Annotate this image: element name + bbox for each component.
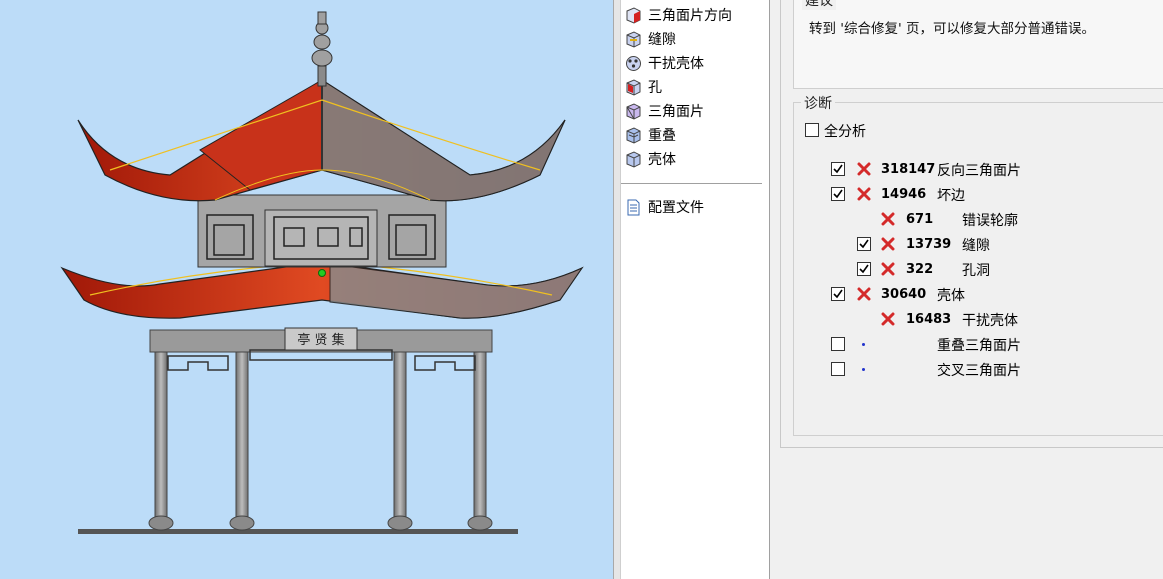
tree-item-gap[interactable]: 缝隙 (625, 28, 676, 50)
overlap-icon (626, 126, 641, 144)
row-checkbox[interactable] (857, 262, 871, 276)
pending-dot-icon (862, 343, 865, 346)
diagnosis-row-gaps: 13739 缝隙 (794, 234, 1163, 256)
row-checkbox[interactable] (857, 237, 871, 251)
tree-item-profile[interactable]: 配置文件 (625, 196, 704, 218)
plaque-text: 亭 贤 集 (297, 332, 344, 348)
error-icon (881, 312, 895, 326)
error-icon (881, 262, 895, 276)
tree-divider (621, 183, 762, 184)
document-icon (627, 199, 640, 215)
row-checkbox[interactable] (831, 162, 845, 176)
row-checkbox[interactable] (831, 287, 845, 301)
gap-icon (626, 30, 641, 48)
diagnosis-row-crossing-triangles: 交叉三角面片 (794, 359, 1163, 381)
tree-item-shell[interactable]: 壳体 (625, 148, 676, 170)
diagnosis-row-bad-edges: 14946 坏边 (794, 184, 1163, 206)
intersecting-shell-icon (626, 55, 641, 71)
panel-frame: 建议 转到 '综合修复' 页，可以修复大部分普通错误。 诊断 全分析 31814… (780, 0, 1163, 448)
diagnosis-row-shells: 30640 壳体 (794, 284, 1163, 306)
diagnosis-row-bad-contours: 671 错误轮廓 (794, 209, 1163, 231)
error-icon (881, 212, 895, 226)
tree-item-intersecting-shell[interactable]: 干扰壳体 (625, 52, 704, 74)
tree-item-triangle[interactable]: 三角面片 (625, 100, 704, 122)
shell-icon (626, 150, 641, 168)
error-icon (857, 187, 871, 201)
diagnosis-title: 诊断 (801, 93, 835, 113)
panel-splitter[interactable] (613, 0, 621, 579)
triangle-orientation-icon (626, 6, 641, 24)
full-analysis-checkbox[interactable] (805, 123, 819, 137)
hole-icon (626, 78, 641, 96)
tree-item-hole[interactable]: 孔 (625, 76, 662, 98)
diagnosis-row-holes: 322 孔洞 (794, 259, 1163, 281)
tree-item-triangle-orientation[interactable]: 三角面片方向 (625, 4, 732, 26)
tree-item-overlap[interactable]: 重叠 (625, 124, 676, 146)
full-analysis-label: 全分析 (824, 124, 866, 140)
diagnosis-row-inverted-triangles: 318147 反向三角面片 (794, 159, 1163, 181)
suggestion-group: 建议 转到 '综合修复' 页，可以修复大部分普通错误。 (793, 0, 1163, 89)
suggestion-text: 转到 '综合修复' 页，可以修复大部分普通错误。 (809, 21, 1096, 37)
error-icon (857, 287, 871, 301)
triangle-icon (626, 102, 641, 120)
pending-dot-icon (862, 368, 865, 371)
row-checkbox[interactable] (831, 337, 845, 351)
error-icon (881, 237, 895, 251)
diagnosis-row-overlapping-triangles: 重叠三角面片 (794, 334, 1163, 356)
row-checkbox[interactable] (831, 187, 845, 201)
suggestion-title: 建议 (802, 0, 836, 10)
error-icon (857, 162, 871, 176)
diagnosis-tree: 三角面片方向 缝隙 干扰壳体 孔 三角面片 重叠 壳体 配置文件 (621, 0, 770, 579)
properties-panel: 建议 转到 '综合修复' 页，可以修复大部分普通错误。 诊断 全分析 31814… (770, 0, 1163, 579)
3d-viewport[interactable]: 亭 贤 集 (0, 0, 613, 579)
row-checkbox[interactable] (831, 362, 845, 376)
diagnosis-group: 诊断 全分析 318147 反向三角面片 14946 坏边 671 错误轮廓 1… (793, 93, 1163, 436)
pavilion-model: 亭 贤 集 (60, 11, 584, 534)
diagnosis-row-intersecting-shells: 16483 干扰壳体 (794, 309, 1163, 331)
